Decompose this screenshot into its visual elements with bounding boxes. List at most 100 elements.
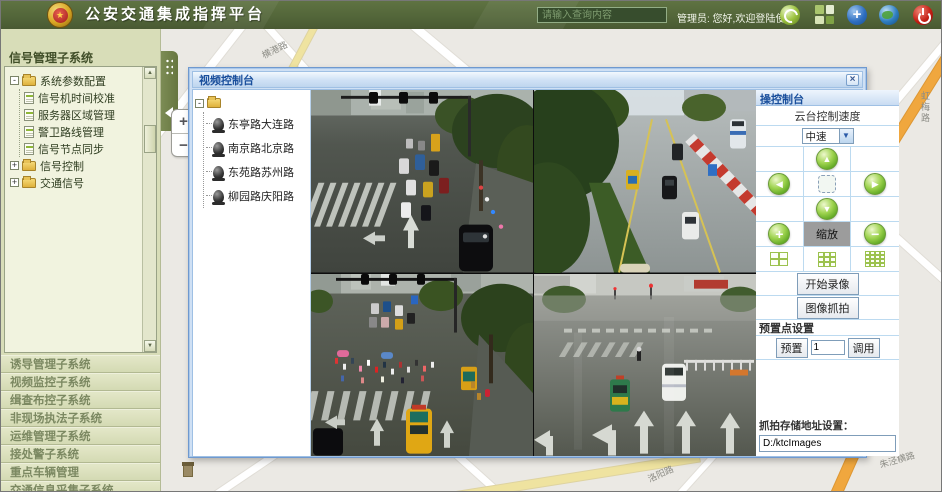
video-feed-1[interactable] — [311, 90, 533, 273]
camera-item[interactable]: 东苑路苏州路 — [206, 160, 308, 184]
tree-leaf-label: 信号机时间校准 — [38, 90, 115, 106]
pad-cell — [851, 197, 899, 222]
tree-node-label: 信号控制 — [40, 158, 84, 174]
tree-leaf[interactable]: 信号机时间校准 — [24, 89, 142, 106]
video-feed-3[interactable] — [311, 274, 533, 457]
ptz-right-button[interactable]: ▶ — [864, 173, 886, 195]
collapse-expander-icon[interactable]: - — [195, 99, 204, 108]
ptz-down-button[interactable]: ▼ — [816, 198, 838, 220]
video-grid — [311, 90, 756, 456]
sidebar-item-offsite-enforcement[interactable]: 非现场执法子系统 — [1, 409, 160, 427]
power-logout-icon[interactable] — [913, 5, 933, 25]
camera-list: 东亭路大连路 南京路北京路 东苑路苏州路 柳园路庆阳路 — [203, 112, 308, 208]
video-feed-4[interactable] — [534, 274, 756, 457]
tree-scrollbar[interactable]: ▲ ▼ — [142, 67, 156, 352]
panel-title[interactable]: 信号管理子系统 — [9, 49, 93, 66]
collapse-expander-icon[interactable]: - — [10, 76, 19, 85]
expand-expander-icon[interactable]: + — [10, 178, 19, 187]
refresh-icon[interactable] — [780, 5, 800, 25]
window-titlebar[interactable]: 视频控制台 × — [192, 71, 863, 88]
globe-icon[interactable] — [879, 5, 899, 25]
layout-2x2-icon[interactable] — [770, 252, 788, 266]
ptz-center-button[interactable] — [818, 175, 836, 193]
document-icon — [24, 126, 34, 138]
grid-square — [826, 16, 835, 25]
ptz-left-button[interactable]: ◀ — [768, 173, 790, 195]
folder-icon — [22, 76, 36, 86]
sidebar-item-key-vehicles[interactable]: 重点车辆管理 — [1, 463, 160, 481]
sidebar-item-guidance[interactable]: 诱导管理子系统 — [1, 355, 160, 373]
zoom-in-button[interactable]: + — [768, 223, 790, 245]
preset-number-input[interactable] — [811, 340, 845, 355]
tree-leaf[interactable]: 信号节点同步 — [24, 140, 142, 157]
pad-cell — [756, 197, 804, 222]
layout-3x3-icon[interactable] — [818, 252, 836, 267]
tree-leaf[interactable]: 警卫路线管理 — [24, 123, 142, 140]
close-icon[interactable]: × — [846, 74, 859, 86]
add-icon[interactable]: + — [847, 5, 867, 25]
badge-star-icon: ★ — [53, 8, 68, 23]
user-greeting: 管理员: 您好,欢迎登陆使用 — [677, 10, 795, 25]
chevron-down-icon: ▼ — [839, 129, 853, 143]
preset-button[interactable]: 预置 — [776, 338, 808, 358]
window-body: - 东亭路大连路 南京路北京路 东苑路苏州路 — [192, 89, 863, 457]
tree-leaf[interactable]: 服务器区域管理 — [24, 106, 142, 123]
dome-camera-icon — [213, 118, 224, 131]
camera-item[interactable]: 东亭路大连路 — [206, 112, 308, 136]
tree-node-collapsed[interactable]: + 交通信号 — [10, 174, 142, 191]
folder-icon — [22, 161, 36, 171]
ptz-speed-select[interactable]: 中速 ▼ — [802, 128, 854, 144]
camera-label: 东亭路大连路 — [228, 116, 294, 132]
tree-leaf-label: 服务器区域管理 — [38, 107, 115, 123]
camera-tree-root[interactable]: - — [195, 94, 308, 112]
page-title: 公安交通集成指挥平台 — [85, 1, 265, 29]
scroll-down-icon[interactable]: ▼ — [144, 340, 156, 352]
video-console-window: 视频控制台 × - 东亭路大连路 南京路北京路 — [188, 67, 867, 458]
control-panel-title: 操控制台 — [756, 90, 899, 106]
sidebar-item-alarm-dispatch[interactable]: 接处警子系统 — [1, 445, 160, 463]
grid-square — [826, 5, 835, 14]
zoom-out-button[interactable]: − — [864, 223, 886, 245]
document-icon — [24, 92, 34, 104]
dome-camera-icon — [213, 166, 224, 179]
sidebar-item-video-surveillance[interactable]: 视频监控子系统 — [1, 373, 160, 391]
sidebar-collapse-handle[interactable] — [161, 51, 178, 95]
camera-item[interactable]: 南京路北京路 — [206, 136, 308, 160]
camera-item[interactable]: 柳园路庆阳路 — [206, 184, 308, 208]
layout-4x4-icon[interactable] — [865, 251, 885, 267]
ptz-up-button[interactable]: ▲ — [816, 148, 838, 170]
ptz-direction-pad: ▲ ◀ ▶ ▼ + 缩放 − — [756, 147, 899, 272]
map-road-label: 横港路 — [260, 38, 290, 62]
search-input[interactable] — [537, 7, 667, 23]
dome-camera-icon — [213, 190, 224, 203]
sidebar-item-operations[interactable]: 运维管理子系统 — [1, 427, 160, 445]
folder-icon — [207, 98, 221, 108]
pad-cell — [756, 147, 804, 172]
tree-leaf-label: 信号节点同步 — [38, 141, 104, 157]
camera-label: 柳园路庆阳路 — [228, 188, 294, 204]
application-window: ★ 公安交通集成指挥平台 管理员: 您好,欢迎登陆使用 + 横港路 虹梅路 洛阳… — [0, 0, 942, 492]
tree-node-root[interactable]: - 系统参数配置 — [10, 72, 142, 89]
preset-call-button[interactable]: 调用 — [848, 338, 880, 358]
expand-expander-icon[interactable]: + — [10, 161, 19, 170]
scroll-up-icon[interactable]: ▲ — [144, 67, 156, 79]
grid-square — [815, 5, 824, 14]
sidebar-item-investigation[interactable]: 缉查布控子系统 — [1, 391, 160, 409]
sidebar-item-traffic-info[interactable]: 交通信息采集子系统 — [1, 481, 160, 492]
start-recording-button[interactable]: 开始录像 — [797, 273, 859, 295]
drag-dots-icon — [165, 58, 173, 76]
pad-cell — [851, 147, 899, 172]
panel-spacer — [756, 360, 899, 416]
image-snapshot-button[interactable]: 图像抓拍 — [797, 297, 859, 319]
video-feed-2[interactable] — [534, 90, 756, 273]
storage-path-label: 抓拍存储地址设置： — [756, 416, 899, 434]
zoom-section-label: 缩放 — [804, 222, 851, 246]
layout-grid-icon[interactable] — [815, 5, 834, 24]
scrollbar-thumb[interactable] — [144, 125, 156, 153]
document-icon — [24, 143, 34, 155]
storage-path-input[interactable] — [759, 435, 896, 452]
map-building-icon — [183, 465, 193, 477]
grid-square — [815, 16, 824, 25]
tree-children: 信号机时间校准 服务器区域管理 警卫路线管理 信号节点同步 — [19, 89, 142, 157]
tree-node-collapsed[interactable]: + 信号控制 — [10, 157, 142, 174]
